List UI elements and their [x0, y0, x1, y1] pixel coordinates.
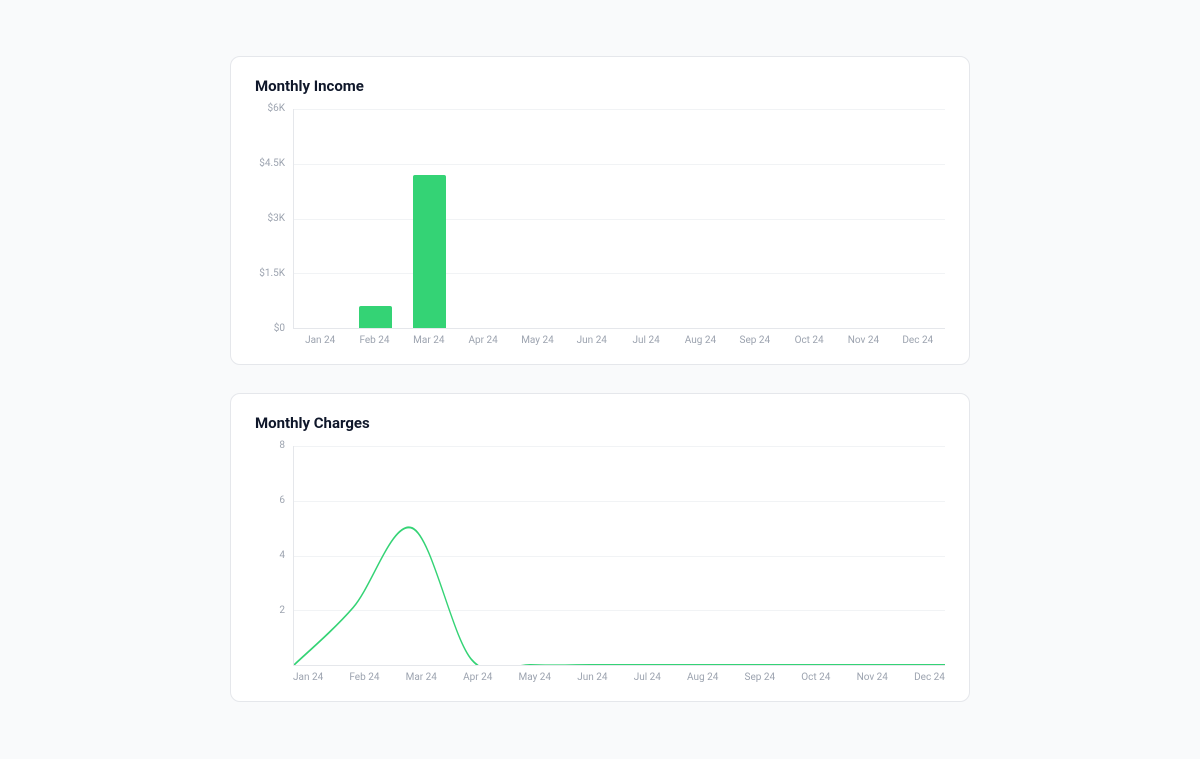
bar-slot: [837, 109, 891, 328]
x-tick: May 24: [510, 335, 564, 346]
bar-slot: [565, 109, 619, 328]
bar: [359, 306, 392, 328]
x-tick: Aug 24: [687, 672, 718, 683]
bar-slot: [511, 109, 565, 328]
chart-title: Monthly Charges: [255, 414, 945, 432]
bar-slot: [674, 109, 728, 328]
x-tick: Oct 24: [782, 335, 836, 346]
bar-slot: [348, 109, 402, 328]
bar-slot: [620, 109, 674, 328]
x-tick: Dec 24: [914, 672, 945, 683]
x-tick: Jun 24: [577, 672, 607, 683]
y-axis: 2468: [255, 446, 293, 666]
x-tick: Jul 24: [619, 335, 673, 346]
x-tick: Dec 24: [891, 335, 945, 346]
x-axis: Jan 24Feb 24Mar 24Apr 24May 24Jun 24Jul …: [293, 329, 945, 346]
x-tick: Mar 24: [406, 672, 437, 683]
monthly-charges-card: Monthly Charges 2 4 6 8 Jan 24 Feb 24 Mar 24 A…: [230, 393, 970, 702]
x-tick: Aug 24: [673, 335, 727, 346]
y-tick: 8: [279, 440, 285, 451]
bars: [294, 109, 945, 328]
y-axis: $6K $4.5K $3K $1.5K $0: [255, 109, 293, 329]
bar-slot: [891, 109, 945, 328]
x-tick: Feb 24: [349, 672, 379, 683]
plot-area: [293, 109, 945, 329]
x-tick: Feb 24: [347, 335, 401, 346]
x-tick: Sep 24: [745, 672, 776, 683]
dashboard: Monthly Income $6K $4.5K $3K $1.5K $0: [230, 56, 970, 702]
y-tick: 2: [279, 605, 285, 616]
x-tick: Jan 24: [293, 335, 347, 346]
x-axis: Jan 24 Feb 24 Mar 24 Apr 24 May 24 Jun 24 Jul …: [293, 666, 945, 683]
plot-area: [293, 446, 945, 666]
bar-slot: [403, 109, 457, 328]
x-tick: Jun 24: [565, 335, 619, 346]
bar-slot: [457, 109, 511, 328]
chart-title: Monthly Income: [255, 77, 945, 95]
x-tick: May 24: [519, 672, 552, 683]
charges-chart: 2468 Jan 24Feb 24Mar 24Apr 24May 24Jun 2…: [255, 446, 945, 683]
line-plot: [294, 446, 945, 665]
x-tick: Sep 24: [728, 335, 782, 346]
bar-slot: [294, 109, 348, 328]
income-chart: $6K $4.5K $3K $1.5K $0: [255, 109, 945, 346]
x-tick: Jul 24: [634, 672, 661, 683]
x-tick: Mar 24: [402, 335, 456, 346]
x-tick: Apr 24: [456, 335, 510, 346]
x-tick: Apr 24: [463, 672, 492, 683]
line-series: [294, 527, 945, 665]
y-tick: 4: [279, 550, 285, 561]
x-tick: Nov 24: [836, 335, 890, 346]
x-tick: Jan 24: [293, 672, 323, 683]
bar-slot: [782, 109, 836, 328]
bar: [413, 175, 446, 328]
x-tick: Nov 24: [857, 672, 888, 683]
bar-slot: [728, 109, 782, 328]
monthly-income-card: Monthly Income $6K $4.5K $3K $1.5K $0: [230, 56, 970, 365]
y-tick: 6: [279, 495, 285, 506]
x-tick: Oct 24: [801, 672, 830, 683]
